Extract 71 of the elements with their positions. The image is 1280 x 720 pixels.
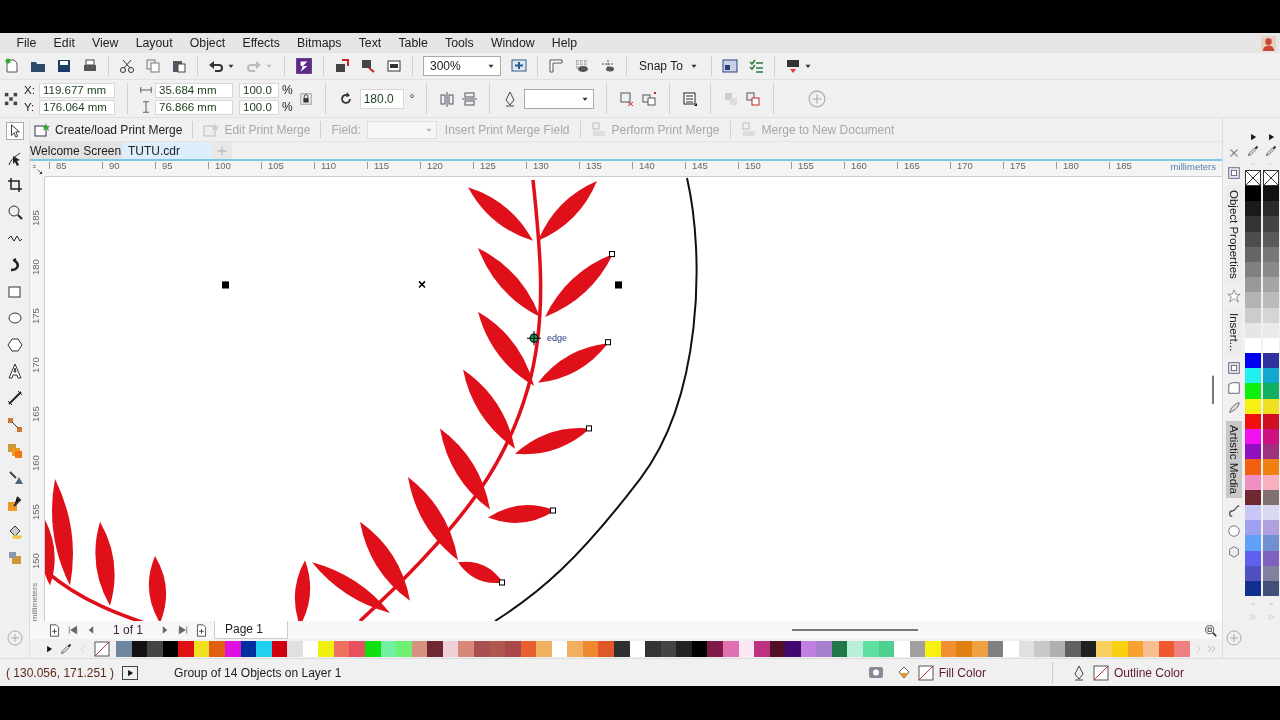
scale-field[interactable]: 100.0	[239, 82, 279, 98]
ruler-label: 160	[30, 454, 42, 471]
ruler-unit: millimeters	[1170, 163, 1216, 171]
ruler-label: 165	[30, 405, 42, 422]
menu-item[interactable]: Object	[181, 36, 234, 50]
page-tab[interactable]: Page 1	[214, 621, 289, 639]
ruler-label: 135	[579, 162, 632, 169]
ruler-label: 120	[420, 162, 473, 169]
status-message: Group of 14 Objects on Layer 1	[174, 665, 342, 680]
fill-color-label: Fill Color	[938, 665, 986, 680]
ruler-label: 155	[30, 503, 42, 520]
menu-item[interactable]: Window	[482, 36, 544, 50]
menu-item[interactable]: Help	[543, 36, 586, 50]
menu-item[interactable]: Effects	[233, 36, 289, 50]
x-position-field[interactable]: 119.677 mm	[39, 82, 115, 98]
ruler-label: 105	[261, 162, 314, 169]
width-field[interactable]: 35.684 mm	[155, 82, 233, 98]
ruler-label: 125	[473, 162, 526, 169]
ruler-label: 100	[208, 162, 261, 169]
menu-item[interactable]: Text	[350, 36, 390, 50]
ruler-label: 150	[738, 162, 791, 169]
y-label: Y:	[24, 101, 36, 113]
degree-sign: °	[409, 91, 415, 106]
menu-item[interactable]: Table	[389, 36, 437, 50]
ruler-label: 145	[685, 162, 738, 169]
ruler-label: 165	[897, 162, 950, 169]
ruler-label: 175	[1003, 162, 1056, 169]
ruler-label: 110	[314, 162, 367, 169]
menu-item[interactable]: File	[8, 36, 45, 50]
ruler-label: 160	[844, 162, 897, 169]
ruler-label: 115	[367, 162, 420, 169]
percent-sign: %	[282, 100, 293, 114]
menu-item[interactable]: Layout	[127, 36, 182, 50]
zoom-level-dropdown[interactable]: 300%	[423, 56, 501, 76]
document-tab[interactable]: TUTU.cdr	[122, 142, 212, 159]
ruler-label: 150	[30, 552, 42, 569]
ruler-label: 85	[49, 162, 102, 169]
y-position-field[interactable]: 176.064 mm	[39, 99, 115, 115]
snap-to-dropdown[interactable]: Snap To	[637, 59, 701, 73]
docker-tab[interactable]: Artistic Media	[1225, 421, 1242, 499]
scale-field[interactable]: 100.0	[239, 99, 279, 115]
ruler-label: 185	[30, 209, 42, 226]
page-counter: 1 of 1	[112, 623, 144, 637]
menu-item[interactable]: View	[83, 36, 128, 50]
ruler-label: 90	[102, 162, 155, 169]
field-label: Field:	[330, 122, 362, 137]
snap-label: edge	[547, 333, 567, 344]
docker-tab[interactable]: Object Properties	[1225, 186, 1242, 283]
ruler-label: 95	[155, 162, 208, 169]
outline-color-label: Outline Color	[1113, 665, 1184, 680]
docker-tab[interactable]: Insert...	[1225, 308, 1242, 356]
ruler-label: 140	[632, 162, 685, 169]
menu-item[interactable]: Bitmaps	[288, 36, 351, 50]
ruler-label: 185	[1109, 162, 1162, 169]
ruler-label: 130	[526, 162, 579, 169]
ruler-unit: millimeters	[30, 581, 40, 621]
ruler-label: 170	[950, 162, 1003, 169]
document-tab[interactable]: Welcome Screen	[30, 142, 122, 159]
ruler-label: 175	[30, 307, 42, 324]
merge-button[interactable]: Create/load Print Merge	[32, 121, 185, 138]
menu-item[interactable]: Tools	[436, 36, 483, 50]
height-field[interactable]: 76.866 mm	[155, 99, 233, 115]
menu-item[interactable]: Edit	[45, 36, 84, 50]
ruler-label: 155	[791, 162, 844, 169]
ruler-label: 170	[30, 356, 42, 373]
ruler-label: 180	[30, 258, 42, 275]
cursor-coordinates: ( 130.056, 171.251 )	[6, 665, 115, 680]
x-label: X:	[24, 84, 36, 96]
percent-sign: %	[282, 83, 293, 97]
rotation-field[interactable]: 180.0	[359, 88, 404, 109]
ruler-label: 180	[1056, 162, 1109, 169]
